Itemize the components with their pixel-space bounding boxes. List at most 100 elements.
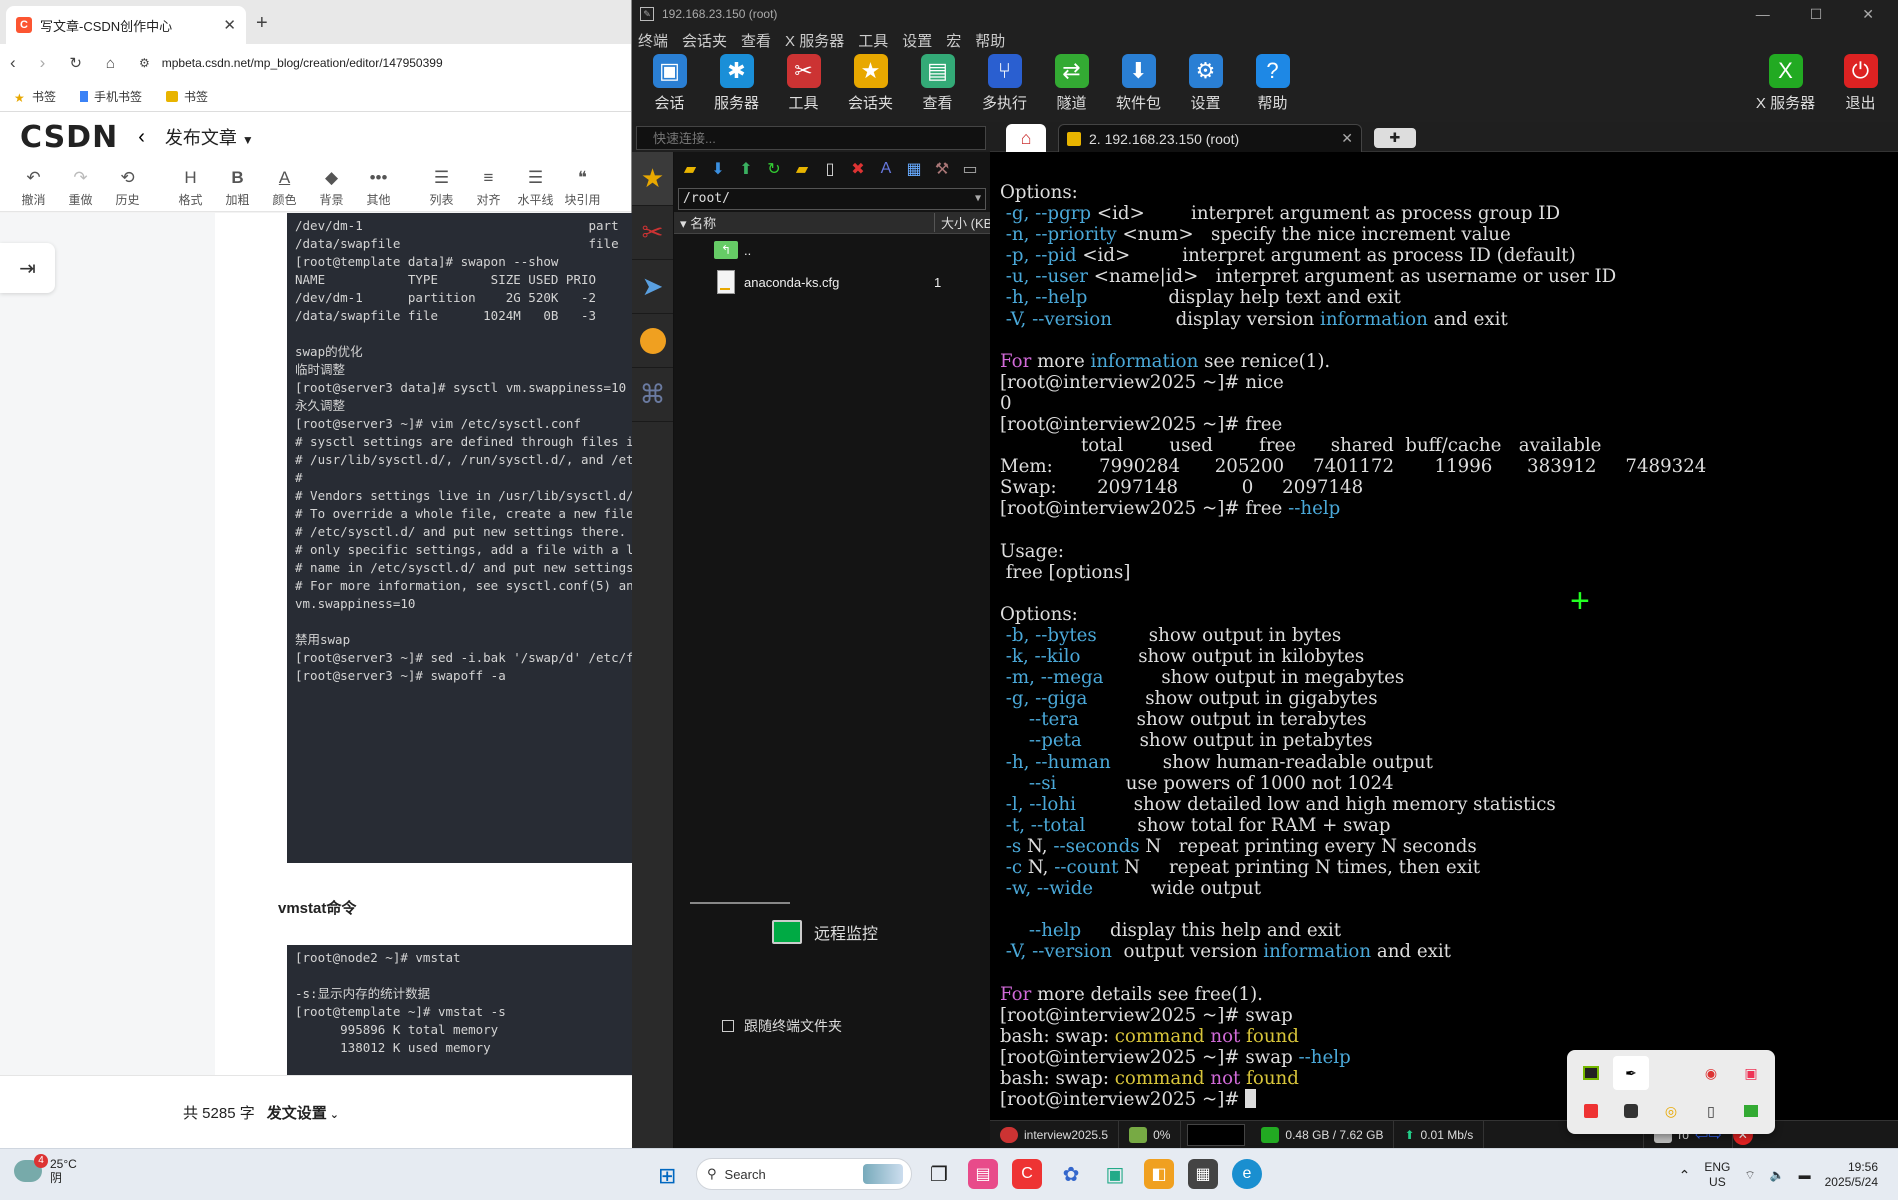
- code-block[interactable]: /dev/dm-1 part/data/swapfile file [root@t…: [287, 213, 632, 863]
- color-ring-icon[interactable]: ◎: [1653, 1094, 1689, 1128]
- menu-sessions[interactable]: 会话夹: [682, 30, 727, 51]
- expand-sidebar-button[interactable]: ⇥: [0, 243, 55, 293]
- usb-icon[interactable]: ▯: [1693, 1094, 1729, 1128]
- tray-chevron-icon[interactable]: ⌃: [1679, 1167, 1691, 1184]
- sftp-tab[interactable]: ➤: [632, 260, 673, 314]
- dark-app-icon[interactable]: [1613, 1094, 1649, 1128]
- remote-monitor-button[interactable]: 远程监控: [772, 920, 878, 944]
- toolbar-history[interactable]: ⟲ 历史: [104, 168, 151, 208]
- toolbar-button-tools[interactable]: ✂ 工具: [770, 52, 837, 122]
- close-tab-icon[interactable]: ✕: [223, 16, 236, 34]
- browser-tab[interactable]: C 写文章-CSDN创作中心 ✕: [6, 6, 246, 44]
- tools-tab[interactable]: ✂: [632, 206, 673, 260]
- toolbar-quote[interactable]: ❝ 块引用: [559, 168, 606, 208]
- menu-terminal[interactable]: 终端: [638, 30, 668, 51]
- taskbar-search[interactable]: ⚲ Search: [696, 1158, 912, 1190]
- red-app-icon[interactable]: [1573, 1094, 1609, 1128]
- name-column-header[interactable]: ▾ 名称: [674, 213, 934, 232]
- toolbar-background[interactable]: ◆ 背景: [308, 168, 355, 208]
- menu-tools[interactable]: 工具: [858, 30, 888, 51]
- input-language[interactable]: ENG US: [1704, 1160, 1730, 1190]
- mobaxterm-taskbar-icon[interactable]: ▦: [1188, 1159, 1218, 1189]
- task-view-icon[interactable]: ❐: [924, 1159, 954, 1189]
- chrome-like-icon[interactable]: ◉: [1693, 1056, 1729, 1090]
- terminal-output[interactable]: Options: -g, --pgrp <id> interpret argum…: [990, 152, 1898, 1120]
- url-text[interactable]: ⚙ mpbeta.csdn.net/mp_blog/creation/editor…: [139, 56, 443, 70]
- memory-chip-icon[interactable]: [1733, 1094, 1769, 1128]
- vmware-icon[interactable]: ◧: [1144, 1159, 1174, 1189]
- attachment-tab[interactable]: ⌘: [632, 368, 673, 422]
- toolbar-button-multiexec[interactable]: ⑂ 多执行: [971, 52, 1038, 122]
- toolbar-button-xserver[interactable]: X X 服务器: [1748, 52, 1823, 113]
- toolbar-button-tunnel[interactable]: ⇄ 隧道: [1038, 52, 1105, 122]
- refresh-icon[interactable]: ↻: [762, 158, 786, 180]
- back-icon[interactable]: ‹: [10, 53, 16, 73]
- delete-icon[interactable]: ✖: [846, 158, 870, 180]
- maximize-icon[interactable]: ☐: [1810, 6, 1823, 23]
- publish-settings-button[interactable]: 发文设置 ⌄: [267, 1102, 339, 1123]
- bookmark-item[interactable]: 书签: [166, 88, 208, 105]
- toolbar-redo[interactable]: ↷ 重做: [57, 168, 104, 208]
- edge-icon[interactable]: e: [1232, 1159, 1262, 1189]
- permissions-icon[interactable]: ⚒: [930, 158, 954, 180]
- toolbar-button-sessions-star[interactable]: ★ 会话夹: [837, 52, 904, 122]
- toolbar-button-help[interactable]: ? 帮助: [1239, 52, 1306, 122]
- csdn-logo[interactable]: CSDN: [20, 120, 118, 155]
- close-session-icon[interactable]: ✕: [1341, 130, 1353, 147]
- csdn-app-icon[interactable]: C: [1012, 1159, 1042, 1189]
- clock[interactable]: 19:56 2025/5/24: [1825, 1160, 1878, 1190]
- toolbar-align[interactable]: ≡ 对齐: [465, 168, 512, 208]
- checkbox[interactable]: [722, 1020, 734, 1032]
- size-column-header[interactable]: 大小 (KB): [934, 213, 990, 232]
- new-tab-icon[interactable]: +: [256, 12, 268, 35]
- menu-xserver[interactable]: X 服务器: [785, 30, 844, 51]
- quick-connect-input[interactable]: [636, 126, 986, 150]
- minimize-icon[interactable]: —: [1756, 6, 1770, 23]
- forward-icon[interactable]: ›: [40, 53, 46, 73]
- toolbar-button-settings[interactable]: ⚙ 设置: [1172, 52, 1239, 122]
- menu-settings[interactable]: 设置: [902, 30, 932, 51]
- home-icon[interactable]: ⌂: [106, 55, 115, 72]
- rename-icon[interactable]: A: [874, 158, 898, 180]
- reload-icon[interactable]: ↻: [69, 54, 82, 72]
- toolbar-hr[interactable]: ☰ 水平线: [512, 168, 559, 208]
- session-tab[interactable]: 2. 192.168.23.150 (root) ✕: [1058, 124, 1362, 152]
- new-folder-icon[interactable]: ▰: [790, 158, 814, 180]
- properties-icon[interactable]: ▦: [902, 158, 926, 180]
- follow-terminal-checkbox[interactable]: 跟随终端文件夹: [722, 1016, 842, 1036]
- media-app-icon[interactable]: ▤: [968, 1159, 998, 1189]
- windows-start-icon[interactable]: ⊞: [658, 1163, 676, 1189]
- remote-app-icon[interactable]: ▣: [1100, 1159, 1130, 1189]
- toolbar-format[interactable]: H 格式: [167, 168, 214, 208]
- toolbar-undo[interactable]: ↶ 撤消: [10, 168, 57, 208]
- back-chevron-icon[interactable]: ‹: [138, 126, 145, 149]
- toolbar-button-session[interactable]: ▣ 会话: [636, 52, 703, 122]
- bookmark-item[interactable]: 手机书签: [80, 88, 142, 105]
- volume-icon[interactable]: 🔈: [1770, 1168, 1785, 1182]
- terminal-icon[interactable]: ▭: [958, 158, 982, 180]
- folder-up-icon[interactable]: ▰: [678, 158, 702, 180]
- toolbar-color[interactable]: A 颜色: [261, 168, 308, 208]
- pen-tool-icon[interactable]: ✒: [1613, 1056, 1649, 1090]
- close-window-icon[interactable]: ✕: [1862, 6, 1874, 23]
- pinwheel-app-icon[interactable]: ✿: [1056, 1159, 1086, 1189]
- battery-icon[interactable]: ▬: [1799, 1168, 1811, 1182]
- menu-macros[interactable]: 宏: [946, 30, 961, 51]
- new-file-icon[interactable]: ▯: [818, 158, 842, 180]
- path-dropdown-icon[interactable]: ▼: [975, 189, 981, 209]
- publish-article-dropdown[interactable]: 发布文章 ▼: [165, 124, 254, 150]
- bookmark-item[interactable]: ★ 书签: [14, 88, 56, 105]
- code-block[interactable]: [root@node2 ~]# vmstat -s:显示内存的统计数据 [root…: [287, 945, 632, 1075]
- menu-help[interactable]: 帮助: [975, 30, 1005, 51]
- wifi-icon[interactable]: ⌔: [1744, 1168, 1755, 1183]
- download-icon[interactable]: ⬇: [706, 158, 730, 180]
- toolbar-button-view[interactable]: ▤ 查看: [904, 52, 971, 122]
- toolbar-more[interactable]: ••• 其他: [355, 168, 402, 208]
- sessions-star-tab[interactable]: ★: [632, 152, 673, 206]
- new-session-tab-button[interactable]: ✚: [1374, 128, 1416, 148]
- site-settings-icon[interactable]: ⚙: [139, 56, 150, 70]
- macros-tab[interactable]: [632, 314, 673, 368]
- toolbar-button-packages[interactable]: ⬇ 软件包: [1105, 52, 1172, 122]
- toolbar-list[interactable]: ☰ 列表: [418, 168, 465, 208]
- weather-widget[interactable]: 4 25°C 阴: [14, 1154, 77, 1185]
